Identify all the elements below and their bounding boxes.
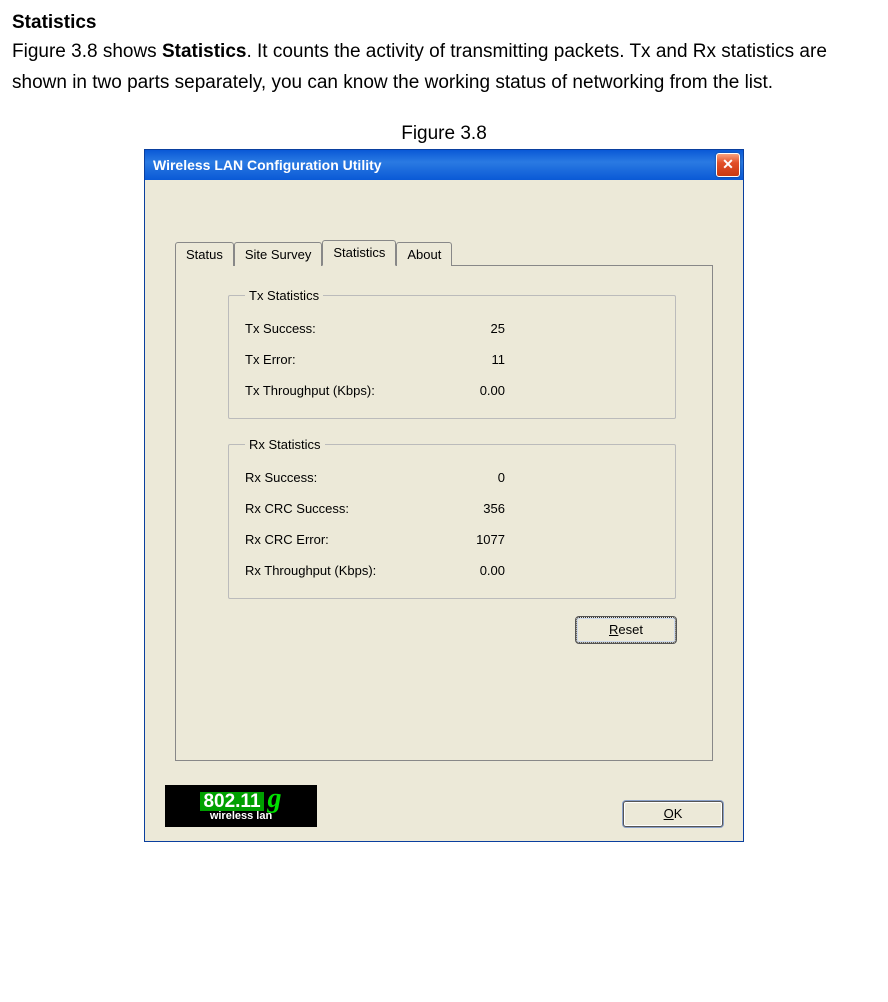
dialog-window: Wireless LAN Configuration Utility ✕ Sta… (144, 149, 744, 842)
rx-throughput-label: Rx Throughput (Kbps): (245, 563, 376, 578)
wifi-logo: 802.11 g wireless lan (165, 785, 317, 827)
para-bold: Statistics (162, 41, 246, 62)
tx-throughput-value: 0.00 (445, 383, 505, 398)
tx-statistics-group: Tx Statistics Tx Success: 25 Tx Error: 1… (228, 288, 676, 419)
reset-rest: eset (618, 622, 643, 637)
rx-crc-error-value: 1077 (445, 532, 505, 547)
tx-legend: Tx Statistics (245, 288, 323, 303)
rx-crc-success-label: Rx CRC Success: (245, 501, 349, 516)
tx-success-row: Tx Success: 25 (245, 313, 505, 344)
rx-crc-success-value: 356 (445, 501, 505, 516)
tab-site-survey[interactable]: Site Survey (234, 242, 322, 266)
doc-heading: Statistics (12, 12, 876, 34)
bottom-bar: 802.11 g wireless lan OK (145, 771, 743, 841)
logo-80211: 802.11 (200, 792, 263, 811)
ok-mnemonic: O (664, 806, 674, 821)
rx-crc-error-row: Rx CRC Error: 1077 (245, 524, 505, 555)
tx-error-label: Tx Error: (245, 352, 296, 367)
logo-g: g (268, 789, 282, 809)
tx-success-value: 25 (445, 321, 505, 336)
tx-error-value: 11 (445, 352, 505, 367)
para-pre: Figure 3.8 shows (12, 41, 162, 62)
rx-statistics-group: Rx Statistics Rx Success: 0 Rx CRC Succe… (228, 437, 676, 599)
close-button[interactable]: ✕ (716, 153, 740, 177)
close-icon: ✕ (722, 156, 734, 173)
tx-error-row: Tx Error: 11 (245, 344, 505, 375)
tab-about[interactable]: About (396, 242, 452, 266)
ok-button[interactable]: OK (623, 801, 723, 827)
rx-throughput-row: Rx Throughput (Kbps): 0.00 (245, 555, 505, 586)
tx-throughput-row: Tx Throughput (Kbps): 0.00 (245, 375, 505, 406)
tx-throughput-label: Tx Throughput (Kbps): (245, 383, 375, 398)
figure-caption: Figure 3.8 (12, 123, 876, 145)
tabstrip: Status Site Survey Statistics About (175, 240, 713, 266)
rx-success-row: Rx Success: 0 (245, 462, 505, 493)
tab-status[interactable]: Status (175, 242, 234, 266)
rx-success-value: 0 (445, 470, 505, 485)
titlebar[interactable]: Wireless LAN Configuration Utility ✕ (145, 150, 743, 180)
logo-sub: wireless lan (210, 811, 272, 822)
tx-success-label: Tx Success: (245, 321, 316, 336)
reset-mnemonic: R (609, 622, 618, 637)
tab-content-statistics: Tx Statistics Tx Success: 25 Tx Error: 1… (175, 266, 713, 761)
ok-rest: K (674, 806, 683, 821)
tab-statistics[interactable]: Statistics (322, 240, 396, 266)
rx-throughput-value: 0.00 (445, 563, 505, 578)
window-title: Wireless LAN Configuration Utility (153, 157, 382, 173)
rx-success-label: Rx Success: (245, 470, 317, 485)
reset-button[interactable]: Reset (576, 617, 676, 643)
doc-paragraph: Figure 3.8 shows Statistics. It counts t… (12, 36, 876, 99)
rx-crc-error-label: Rx CRC Error: (245, 532, 329, 547)
rx-legend: Rx Statistics (245, 437, 325, 452)
rx-crc-success-row: Rx CRC Success: 356 (245, 493, 505, 524)
